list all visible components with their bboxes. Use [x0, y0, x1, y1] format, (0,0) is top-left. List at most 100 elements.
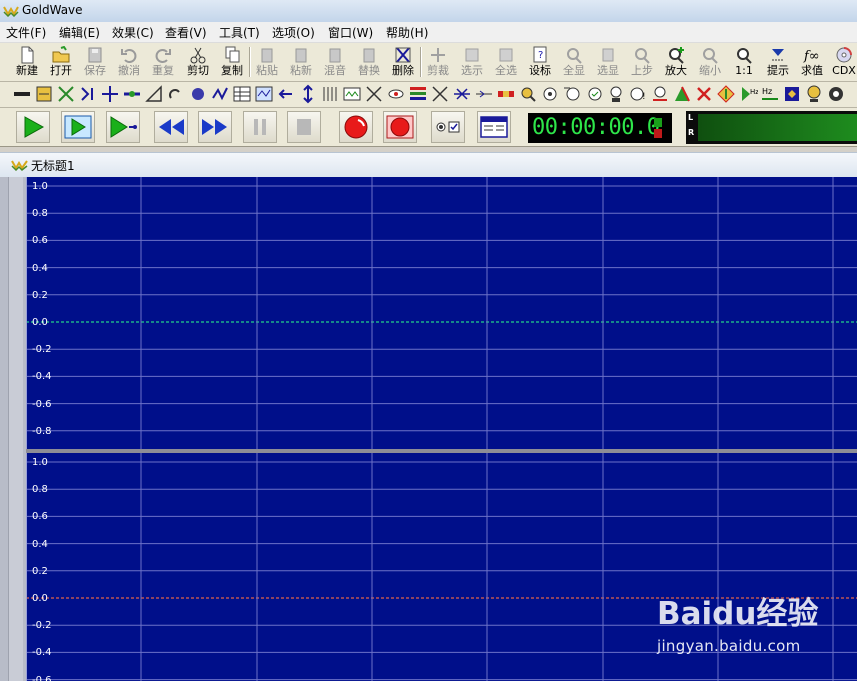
play-button[interactable] [16, 111, 50, 143]
effect-icon[interactable] [452, 84, 472, 104]
effect-icon[interactable] [606, 84, 626, 104]
effect-icon[interactable] [320, 84, 340, 104]
effect-icon[interactable] [496, 84, 516, 104]
cut-button[interactable]: 剪切 [181, 45, 215, 79]
left-channel-amplitude-tick: -0.4 [32, 371, 52, 383]
effect-icon[interactable] [100, 84, 120, 104]
effect-icon[interactable] [474, 84, 494, 104]
effect-icon[interactable] [188, 84, 208, 104]
rewind-button[interactable] [154, 111, 188, 143]
copy-button[interactable]: 复制 [215, 45, 249, 79]
meter-bar [698, 114, 857, 141]
record-button[interactable] [339, 111, 373, 143]
effect-icon[interactable] [342, 84, 362, 104]
effect-icon[interactable] [826, 84, 846, 104]
effect-icon[interactable] [386, 84, 406, 104]
effect-icon[interactable] [518, 84, 538, 104]
cd-disc-icon [836, 47, 852, 63]
fast-forward-button[interactable] [198, 111, 232, 143]
menu-tools[interactable]: 工具(T) [219, 24, 260, 41]
stop-button[interactable] [287, 111, 321, 143]
menu-file[interactable]: 文件(F) [6, 24, 46, 41]
menu-options[interactable]: 选项(O) [272, 24, 315, 41]
effect-icon[interactable]: Hz [760, 84, 780, 104]
scissors-icon [190, 47, 206, 64]
replace-icon [363, 48, 375, 63]
effect-icon[interactable] [254, 84, 274, 104]
effect-icon[interactable] [34, 84, 54, 104]
menu-bar: 文件(F) 编辑(E) 效果(C) 查看(V) 工具(T) 选项(O) 窗口(W… [0, 22, 857, 43]
effect-icon[interactable] [562, 84, 582, 104]
right-channel-amplitude-tick: 0.2 [32, 565, 48, 577]
effect-icon[interactable] [430, 84, 450, 104]
device-controls-options-button[interactable] [431, 111, 465, 143]
undo-button[interactable]: 撤消 [112, 45, 146, 79]
effect-icon[interactable] [408, 84, 428, 104]
effect-icon[interactable] [672, 84, 692, 104]
effect-icon[interactable] [804, 84, 824, 104]
function-icon: f∞ [803, 49, 820, 64]
delete-button[interactable]: 删除 [386, 45, 420, 79]
menu-edit[interactable]: 编辑(E) [59, 24, 100, 41]
effect-icon[interactable] [650, 84, 670, 104]
effect-icon[interactable] [232, 84, 252, 104]
show-selection-button[interactable]: 选示 [455, 45, 489, 79]
effect-icon[interactable] [298, 84, 318, 104]
status-led-green [654, 118, 662, 127]
effect-icon[interactable]: ! [628, 84, 648, 104]
paste-new-button[interactable]: 粘新 [284, 45, 318, 79]
eval-button[interactable]: f∞ 求值 [795, 45, 829, 79]
document-left-border [0, 177, 26, 681]
view-all-button[interactable]: 全显 [557, 45, 591, 79]
zoom-out-button[interactable]: 缩小 [693, 45, 727, 79]
delete-icon [395, 47, 411, 63]
menu-effects[interactable]: 效果(C) [112, 24, 154, 41]
cdx-button[interactable]: CDX [827, 45, 857, 79]
menu-window[interactable]: 窗口(W) [328, 24, 373, 41]
select-all-button[interactable]: 全选 [489, 45, 523, 79]
effect-icon[interactable] [78, 84, 98, 104]
save-button[interactable]: 保存 [78, 45, 112, 79]
zoom-in-button[interactable]: 放大 [659, 45, 693, 79]
cue-button[interactable]: 提示 [761, 45, 795, 79]
effect-icon[interactable] [56, 84, 76, 104]
redo-button[interactable]: 重复 [146, 45, 180, 79]
play-selection-button[interactable] [61, 111, 95, 143]
paste-button[interactable]: 粘贴 [250, 45, 284, 79]
effect-icon[interactable] [12, 84, 32, 104]
goldwave-app-icon [3, 6, 19, 17]
record-selection-button[interactable] [383, 111, 417, 143]
effect-icon[interactable] [364, 84, 384, 104]
effect-icon[interactable]: Hz [738, 84, 758, 104]
left-channel[interactable]: 1.0 0.8 0.6 0.4 0.2 0.0 -0.2 -0.4 -0.6 -0.8 [26, 177, 857, 449]
open-folder-icon [52, 46, 70, 63]
effect-icon[interactable] [584, 84, 604, 104]
effect-icon[interactable] [122, 84, 142, 104]
view-selection-button[interactable]: 选显 [591, 45, 625, 79]
control-properties-button[interactable] [477, 111, 511, 143]
new-button[interactable]: 新建 [10, 45, 44, 79]
redo-icon [155, 49, 171, 63]
play-from-cursor-button[interactable] [106, 111, 140, 143]
mix-button[interactable]: 混音 [318, 45, 352, 79]
menu-view[interactable]: 查看(V) [165, 24, 207, 41]
effect-icon[interactable] [144, 84, 164, 104]
open-button[interactable]: 打开 [44, 45, 78, 79]
effect-icon[interactable] [276, 84, 296, 104]
replace-button[interactable]: 替换 [352, 45, 386, 79]
set-marker-button[interactable]: ? 设标 [523, 45, 557, 79]
pause-button[interactable] [243, 111, 277, 143]
effect-icon[interactable] [540, 84, 560, 104]
set-marker-icon: ? [533, 46, 547, 63]
effect-icon[interactable] [694, 84, 714, 104]
effect-icon[interactable] [782, 84, 802, 104]
trim-button[interactable]: 剪裁 [421, 45, 455, 79]
previous-view-button[interactable]: 上步 [625, 45, 659, 79]
zoom-1to1-button[interactable]: 1:1 [727, 45, 761, 79]
pause-icon [254, 119, 266, 135]
svg-text:Hz: Hz [750, 88, 758, 96]
effect-icon[interactable] [166, 84, 186, 104]
effect-icon[interactable] [210, 84, 230, 104]
menu-help[interactable]: 帮助(H) [386, 24, 428, 41]
effect-icon[interactable] [716, 84, 736, 104]
